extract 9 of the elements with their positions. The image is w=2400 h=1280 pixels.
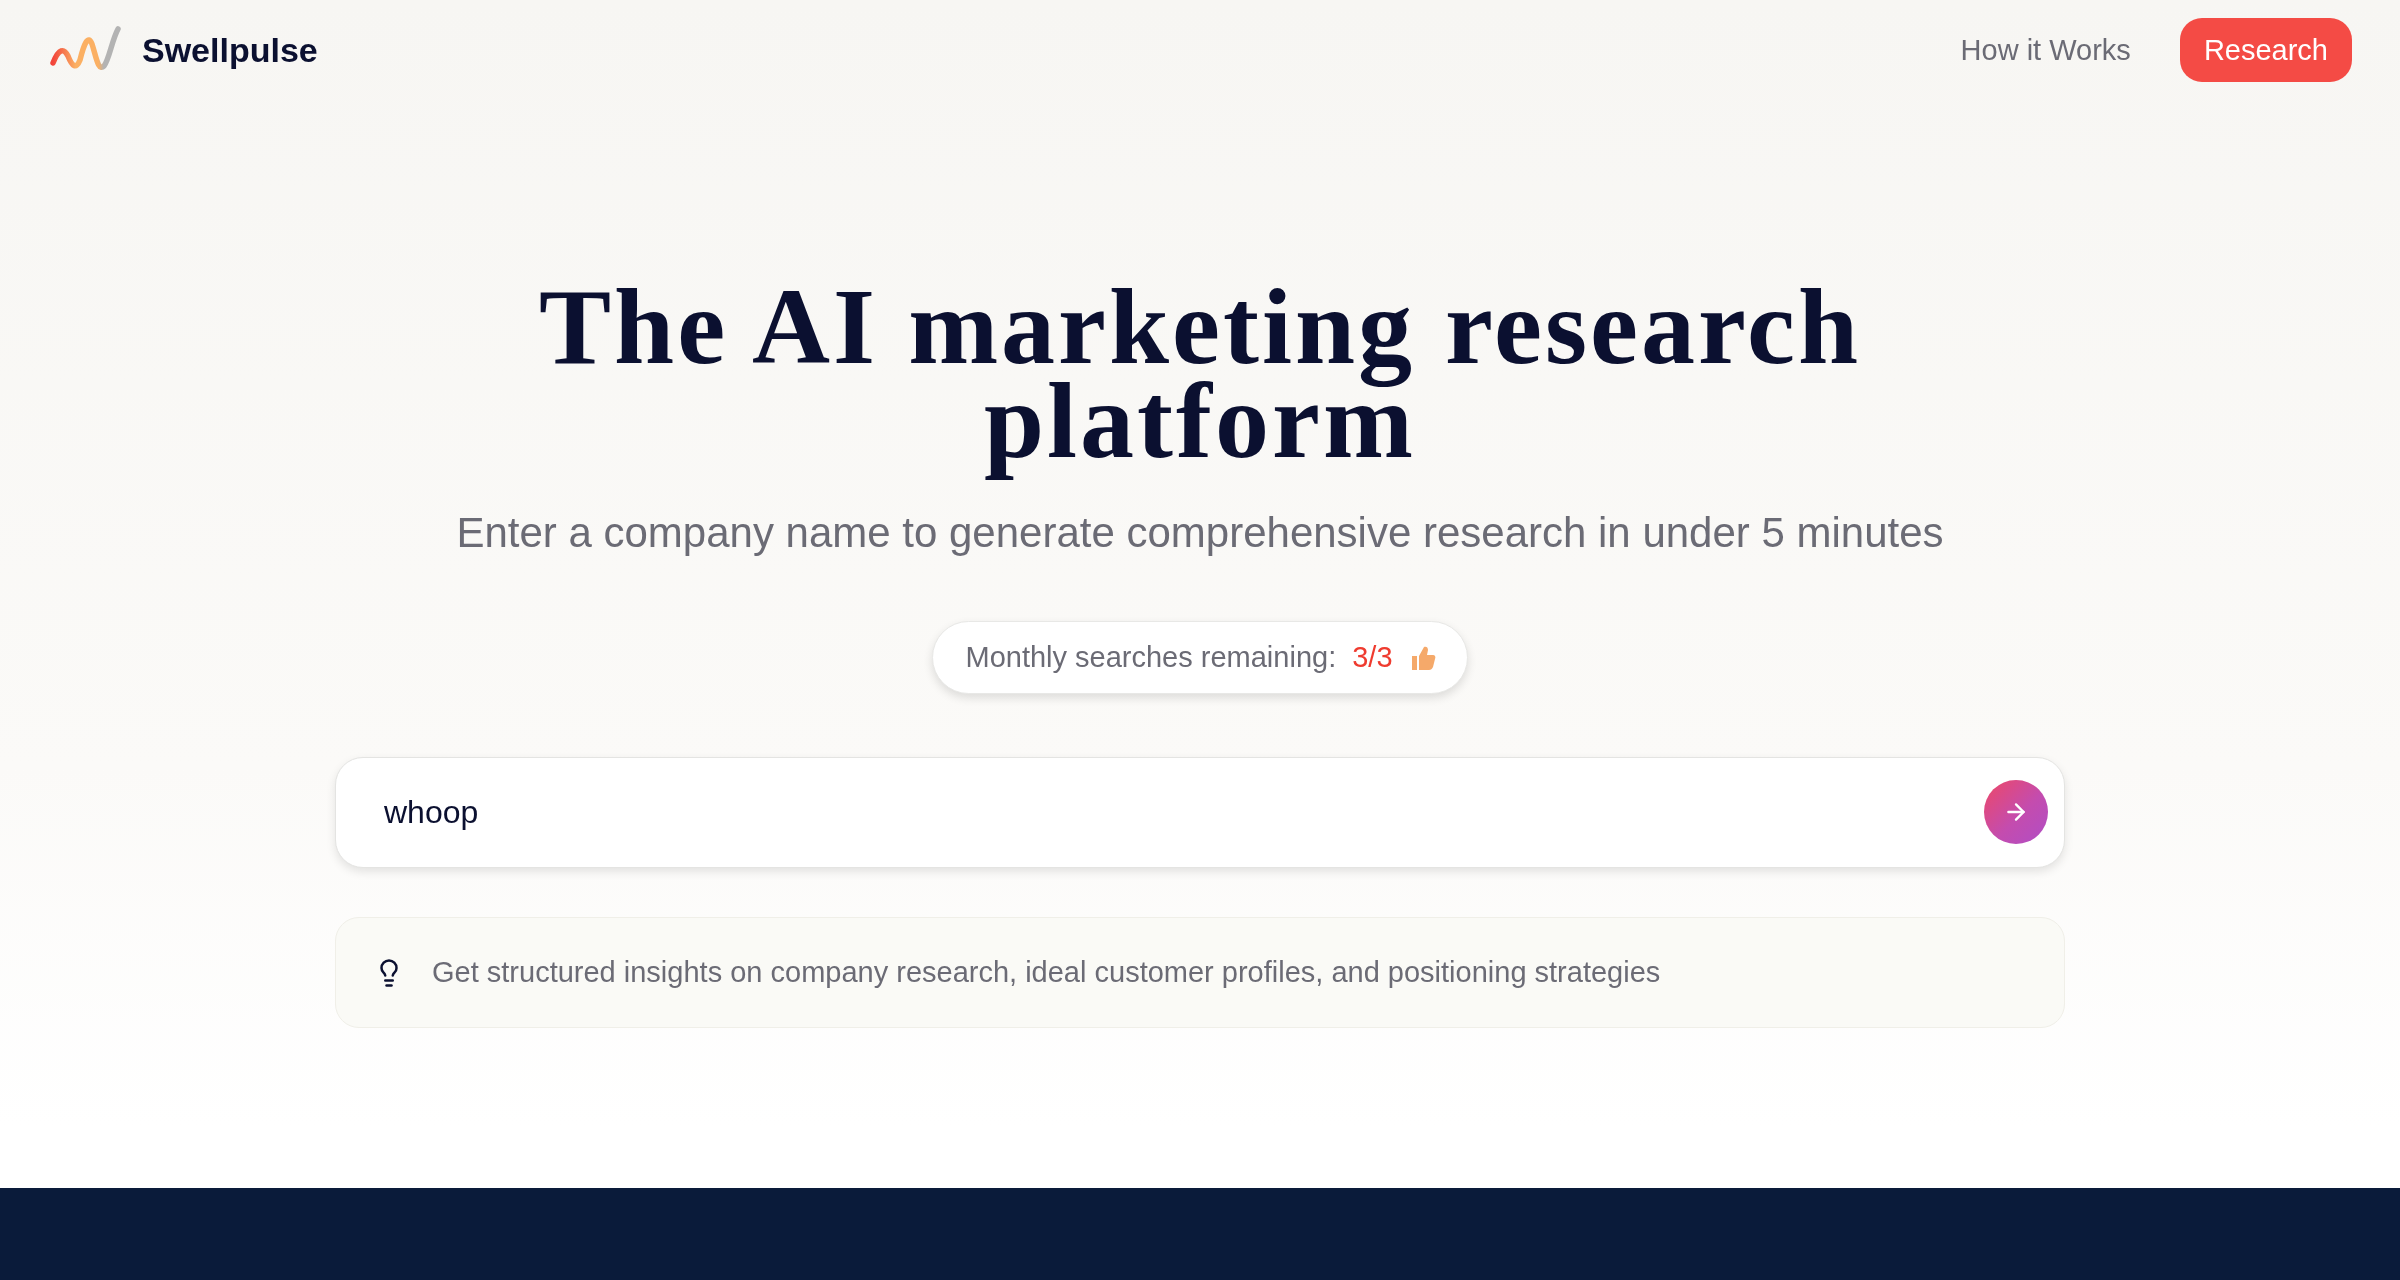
nav-link[interactable]: How it Works (1960, 33, 2131, 67)
hero-subtitle: Enter a company name to generate comprehensive research in under 5 minutes (456, 508, 1944, 558)
quota-count: 3/3 (1352, 641, 1393, 674)
hero-title: The AI marketing research platform (538, 270, 1862, 482)
brand-name: Swellpulse (142, 30, 318, 70)
research-button[interactable]: Research (2179, 18, 2352, 82)
tip-text: Get structured insights on company research, ideal customer profiles, and positioning strategies (432, 956, 1661, 989)
quota-label: Monthly searches remaining: (965, 641, 1337, 674)
search-field[interactable]: whoop (335, 757, 2065, 868)
